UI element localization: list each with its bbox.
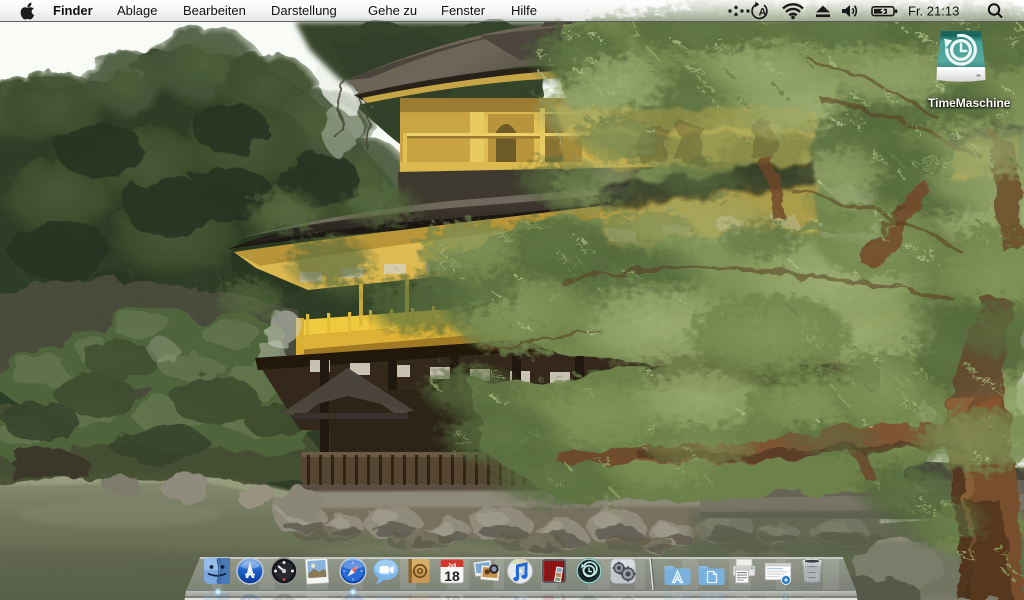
svg-text:A: A bbox=[759, 7, 767, 19]
svg-text:Fr. 21:13: Fr. 21:13 bbox=[908, 4, 959, 19]
